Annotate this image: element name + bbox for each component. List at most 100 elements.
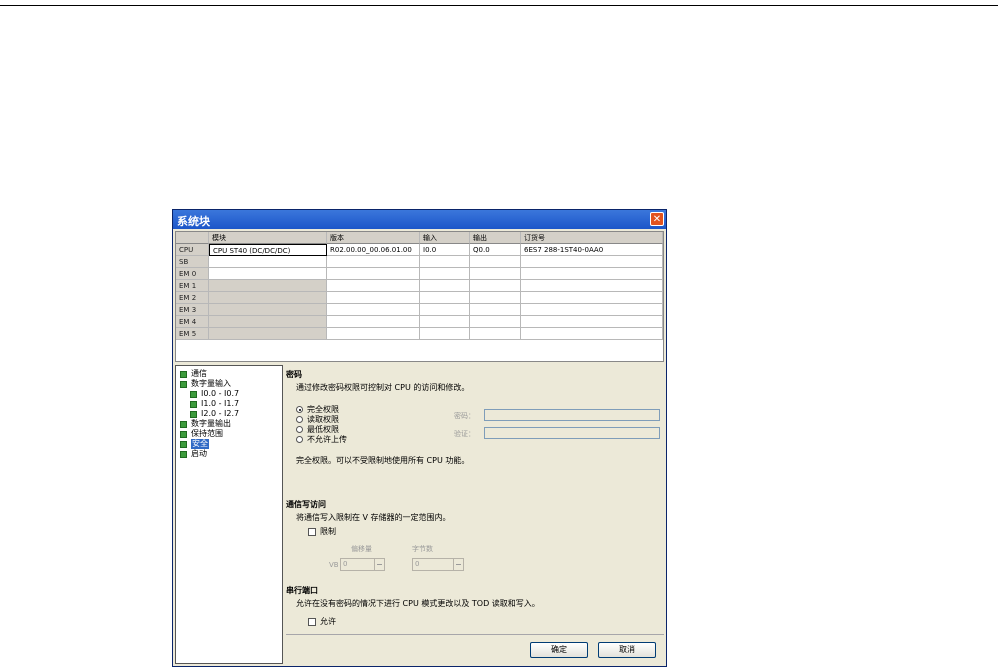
tree-item-label: I2.0 - I2.7	[201, 409, 240, 418]
grid-row-em3[interactable]: EM 3	[176, 304, 663, 316]
tree-item-digital-input[interactable]: 数字量输入	[180, 379, 231, 389]
module-config-grid: 模块 版本 输入 输出 订货号 CPU CPU ST40 (DC/DC/DC) …	[175, 231, 664, 362]
grid-row-em1[interactable]: EM 1	[176, 280, 663, 292]
grid-header-version: 版本	[327, 232, 420, 244]
grid-header-output: 输出	[470, 232, 521, 244]
grid-row-em5[interactable]: EM 5	[176, 328, 663, 340]
tree-item-label: 通信	[191, 369, 207, 378]
input-cell	[420, 316, 470, 328]
row-label: CPU	[176, 244, 209, 256]
node-icon	[180, 420, 187, 428]
tree-item-startup[interactable]: 启动	[180, 449, 207, 459]
grid-header-input: 输入	[420, 232, 470, 244]
order-cell: 6ES7 288-1ST40-0AA0	[521, 244, 663, 256]
row-label: EM 5	[176, 328, 209, 340]
row-label: SB	[176, 256, 209, 268]
output-cell	[470, 292, 521, 304]
row-label: EM 2	[176, 292, 209, 304]
input-cell	[420, 280, 470, 292]
tree-item-i1[interactable]: I1.0 - I1.7	[190, 399, 239, 409]
restrict-checkbox[interactable]: 限制	[308, 526, 336, 537]
order-cell	[521, 280, 663, 292]
tree-item-security[interactable]: 安全	[180, 439, 209, 449]
node-icon	[190, 400, 197, 408]
output-cell: Q0.0	[470, 244, 521, 256]
output-cell	[470, 280, 521, 292]
cancel-button[interactable]: 取消	[598, 642, 656, 658]
version-cell	[327, 304, 420, 316]
tree-item-i0[interactable]: I0.0 - I0.7	[190, 389, 239, 399]
grid-row-em0[interactable]: EM 0	[176, 268, 663, 280]
settings-tree: 通信 数字量输入 I0.0 - I0.7 I1.0 - I1.7 I2.0 - …	[175, 365, 283, 664]
version-cell	[327, 292, 420, 304]
node-icon	[190, 410, 197, 418]
serial-port-description: 允许在没有密码的情况下进行 CPU 模式更改以及 TOD 读取和写入。	[296, 599, 540, 608]
module-cell[interactable]	[209, 268, 327, 280]
row-label: EM 3	[176, 304, 209, 316]
page-top-rule	[0, 5, 998, 6]
input-cell	[420, 328, 470, 340]
grid-row-cpu[interactable]: CPU CPU ST40 (DC/DC/DC) R02.00.00_00.06.…	[176, 244, 663, 256]
close-icon[interactable]: ✕	[650, 212, 664, 226]
tree-item-comm[interactable]: 通信	[180, 369, 207, 379]
input-cell	[420, 268, 470, 280]
password-description: 通过修改密码权限可控制对 CPU 的访问和修改。	[296, 383, 470, 392]
grid-row-sb[interactable]: SB	[176, 256, 663, 268]
version-cell	[327, 328, 420, 340]
module-cell[interactable]	[209, 280, 327, 292]
checkbox-label: 限制	[320, 527, 336, 536]
output-cell	[470, 268, 521, 280]
grid-row-em2[interactable]: EM 2	[176, 292, 663, 304]
module-cell[interactable]: CPU ST40 (DC/DC/DC)	[209, 244, 327, 256]
output-cell	[470, 304, 521, 316]
verify-field[interactable]	[484, 427, 660, 439]
spin-arrows-icon[interactable]	[374, 559, 384, 570]
password-field-label: 密码：	[454, 412, 475, 420]
row-label: EM 0	[176, 268, 209, 280]
output-cell	[470, 256, 521, 268]
order-cell	[521, 256, 663, 268]
system-block-dialog: 系统块 ✕ 模块 版本 输入 输出 订货号 CPU CPU ST40 (DC/D…	[172, 209, 667, 667]
module-cell[interactable]	[209, 292, 327, 304]
radio-no-upload[interactable]: 不允许上传	[296, 434, 347, 445]
module-cell[interactable]	[209, 316, 327, 328]
order-cell	[521, 304, 663, 316]
version-cell	[327, 256, 420, 268]
order-cell	[521, 328, 663, 340]
bytes-stepper[interactable]: 0	[412, 558, 464, 571]
tree-item-digital-output[interactable]: 数字量输出	[180, 419, 231, 429]
spin-arrows-icon[interactable]	[453, 559, 463, 570]
radio-icon	[296, 406, 303, 413]
node-icon	[180, 370, 187, 378]
radio-icon	[296, 436, 303, 443]
allow-checkbox[interactable]: 允许	[308, 616, 336, 627]
offset-label: 偏移量	[351, 545, 372, 553]
node-icon	[180, 440, 187, 448]
offset-value: 0	[343, 560, 348, 568]
input-cell	[420, 292, 470, 304]
serial-port-section-title: 串行端口	[286, 586, 318, 595]
node-icon	[180, 380, 187, 388]
node-icon	[190, 390, 197, 398]
output-cell	[470, 316, 521, 328]
access-level-status: 完全权限。可以不受限制地使用所有 CPU 功能。	[296, 456, 470, 465]
node-icon	[180, 450, 187, 458]
grid-header-row: 模块 版本 输入 输出 订货号	[176, 232, 663, 244]
module-cell[interactable]	[209, 256, 327, 268]
comm-write-description: 将通信写入限制在 V 存储器的一定范围内。	[296, 513, 451, 522]
offset-stepper[interactable]: 0	[340, 558, 385, 571]
ok-button[interactable]: 确定	[530, 642, 588, 658]
password-field[interactable]	[484, 409, 660, 421]
tree-item-i2[interactable]: I2.0 - I2.7	[190, 409, 239, 419]
tree-item-label: 保持范围	[191, 429, 223, 438]
radio-icon	[296, 416, 303, 423]
module-cell[interactable]	[209, 328, 327, 340]
grid-row-em4[interactable]: EM 4	[176, 316, 663, 328]
title-bar[interactable]: 系统块 ✕	[173, 210, 666, 229]
grid-header-label	[176, 232, 209, 244]
row-label: EM 4	[176, 316, 209, 328]
row-label: EM 1	[176, 280, 209, 292]
module-cell[interactable]	[209, 304, 327, 316]
tree-item-label: 安全	[191, 439, 209, 449]
tree-item-retentive[interactable]: 保持范围	[180, 429, 223, 439]
